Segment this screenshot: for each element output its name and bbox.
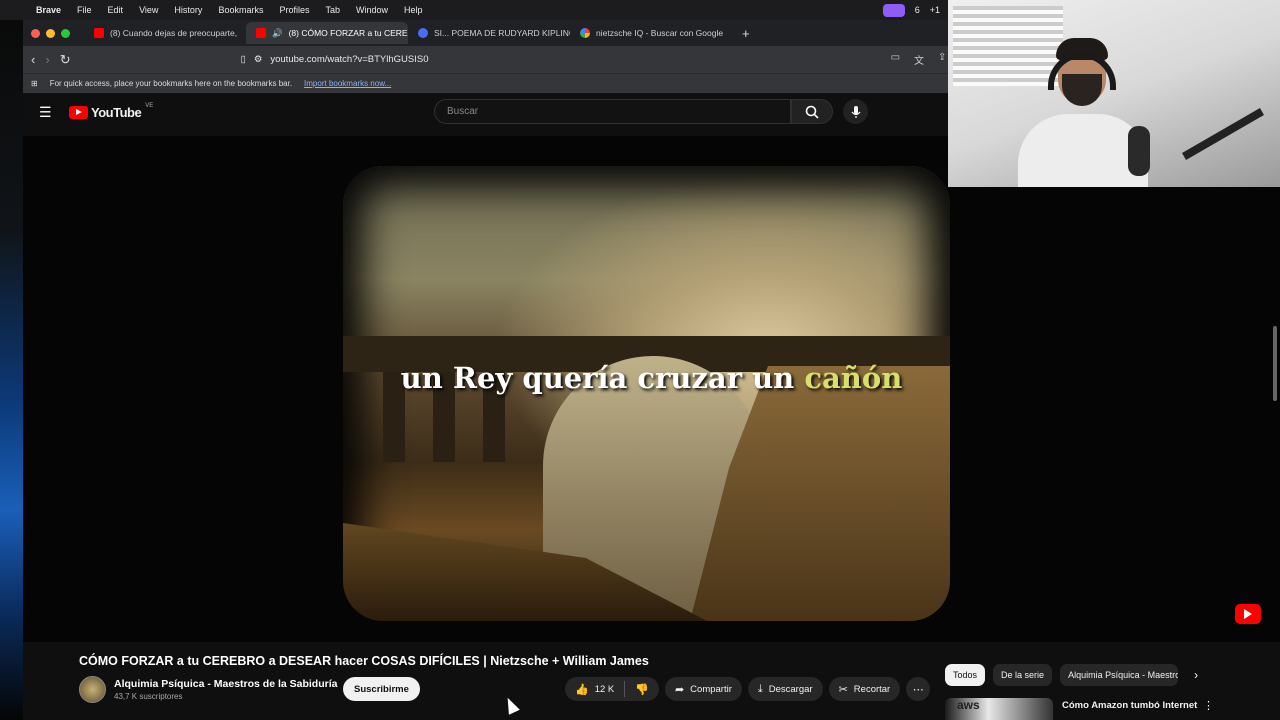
more-actions-button[interactable]: ⋯ (906, 677, 931, 701)
download-label: Descargar (768, 683, 813, 695)
url-text[interactable]: youtube.com/watch?v=BTYlhGUSIS0 (270, 54, 428, 65)
recommendation-title[interactable]: Cómo Amazon tumbó Internet (1062, 700, 1197, 711)
like-count: 12 K (594, 683, 615, 695)
share-label: Compartir (690, 683, 732, 695)
translate-icon[interactable]: 文 (914, 52, 924, 67)
youtube-logo[interactable]: YouTube VE (69, 102, 154, 120)
mic-arm-shape (1182, 108, 1264, 160)
voice-search-button[interactable] (843, 99, 868, 124)
youtube-favicon-icon (256, 28, 266, 38)
subscriber-count: 43,7 K suscriptores (114, 692, 183, 701)
microphone-icon (851, 105, 860, 118)
share-arrow-icon: ➦ (674, 683, 685, 696)
scissors-icon: ✂ (838, 683, 848, 696)
menu-profiles[interactable]: Profiles (271, 5, 317, 15)
youtube-red-play-icon[interactable] (1235, 604, 1261, 624)
streamer-figure (1010, 30, 1160, 187)
video-actions: 👍 12 K 👎 ➦ Compartir ⤓ Descargar ✂ Recor… (565, 677, 931, 701)
menu-view[interactable]: View (131, 5, 166, 15)
thumbs-up-icon: 👍 (575, 683, 589, 696)
menu-bookmarks[interactable]: Bookmarks (210, 5, 271, 15)
window-controls (31, 28, 70, 38)
status-pill-icon[interactable] (882, 3, 905, 17)
google-favicon-icon (580, 28, 590, 38)
site-settings-icon[interactable]: ⚙ (254, 54, 263, 65)
youtube-logo-text: YouTube (91, 104, 142, 120)
import-bookmarks-link[interactable]: Import bookmarks now... (304, 79, 391, 88)
dislike-button[interactable]: 👎 (625, 677, 659, 701)
video-title: CÓMO FORZAR a tu CEREBRO a DESEAR hacer … (79, 654, 649, 668)
menu-help[interactable]: Help (396, 5, 431, 15)
chip-series[interactable]: De la serie (993, 664, 1053, 686)
cast-icon[interactable]: ▭ (891, 52, 900, 67)
recommendation-thumbnail[interactable]: aws (945, 698, 1053, 720)
video-player[interactable]: un Rey quería cruzar un cañón (23, 136, 1280, 642)
tab-1[interactable]: (8) Cuando dejas de preocuparte, (84, 22, 246, 44)
thumbnail-text: aws (957, 698, 980, 712)
channel-avatar[interactable] (79, 676, 106, 703)
new-tab-icon[interactable]: + (732, 26, 760, 41)
more-horizontal-icon: ⋯ (912, 683, 924, 696)
like-button[interactable]: 👍 12 K (565, 677, 624, 701)
clip-label: Recortar (853, 683, 891, 695)
tab-title: (8) Cuando dejas de preocuparte, (110, 28, 238, 38)
region-code: VE (145, 102, 154, 109)
clip-button[interactable]: ✂ Recortar (828, 677, 901, 701)
kebab-menu-icon[interactable]: ⋮ (1203, 699, 1214, 712)
page-scrollbar[interactable] (1273, 326, 1277, 401)
menu-edit[interactable]: Edit (100, 5, 132, 15)
forward-icon[interactable]: › (45, 52, 49, 67)
bookmarks-message: For quick access, place your bookmarks h… (49, 79, 293, 88)
menu-window[interactable]: Window (348, 5, 396, 15)
search-input[interactable]: Buscar (434, 99, 791, 124)
maximize-window-icon[interactable] (61, 28, 70, 38)
webcam-overlay (948, 0, 1280, 187)
speaker-icon[interactable]: 🔊 (272, 28, 283, 39)
menu-tab[interactable]: Tab (317, 5, 348, 15)
minimize-window-icon[interactable] (46, 28, 55, 38)
tab-title: SI... POEMA DE RUDYARD KIPLING (434, 28, 570, 38)
recommendation-chips: Todos De la serie Alquimia Psíquica - Ma… (945, 664, 1198, 686)
tab-2-active[interactable]: 🔊 (8) CÓMO FORZAR a tu CEREBRO ✕ (246, 22, 408, 44)
back-icon[interactable]: ‹ (31, 52, 35, 67)
site-favicon-icon (418, 28, 428, 38)
microphone-shape (1128, 126, 1150, 176)
status-count: 6 (914, 5, 920, 15)
close-window-icon[interactable] (31, 28, 40, 38)
download-button[interactable]: ⤓ Descargar (747, 677, 823, 701)
chip-all[interactable]: Todos (945, 664, 986, 686)
thumbs-down-icon: 👎 (635, 683, 649, 696)
caption-main: un Rey quería cruzar un (400, 361, 795, 395)
menu-history[interactable]: History (166, 5, 210, 15)
youtube-favicon-icon (94, 28, 104, 38)
tab-title: nietzsche IQ - Buscar con Google (596, 28, 724, 38)
search-button[interactable] (791, 99, 833, 124)
menu-app-name[interactable]: Brave (28, 5, 69, 15)
desktop-wallpaper (0, 20, 23, 720)
chevron-right-icon[interactable]: › (1194, 668, 1198, 682)
video-caption: un Rey quería cruzar un cañón (23, 361, 1280, 395)
channel-name[interactable]: Alquimia Psíquica - Maestros de la Sabid… (114, 678, 337, 690)
chip-channel[interactable]: Alquimia Psíquica - Maestros (1060, 664, 1179, 686)
tab-4[interactable]: nietzsche IQ - Buscar con Google (570, 22, 732, 44)
download-icon: ⤓ (757, 682, 763, 695)
tab-title: (8) CÓMO FORZAR a tu CEREBRO (288, 28, 408, 38)
like-dislike-group: 👍 12 K 👎 (565, 677, 659, 701)
status-extra: +1 (929, 5, 940, 15)
tab-3[interactable]: SI... POEMA DE RUDYARD KIPLING (408, 22, 570, 44)
youtube-play-icon (69, 105, 88, 119)
subscribe-button[interactable]: Suscribirme (343, 677, 420, 701)
caption-highlight: cañón (804, 361, 903, 395)
share-page-icon[interactable]: ⇪ (938, 52, 946, 67)
apps-grid-icon[interactable]: ⊞ (31, 79, 38, 88)
reload-icon[interactable]: ↻ (60, 52, 71, 68)
bookmark-icon[interactable]: ▯ (241, 54, 246, 65)
search-icon (805, 105, 819, 119)
address-bar[interactable]: ▯ ⚙ youtube.com/watch?v=BTYlhGUSIS0 (241, 50, 881, 70)
menu-file[interactable]: File (69, 5, 100, 15)
hamburger-menu-icon[interactable]: ☰ (39, 104, 53, 121)
share-button[interactable]: ➦ Compartir (664, 677, 742, 701)
